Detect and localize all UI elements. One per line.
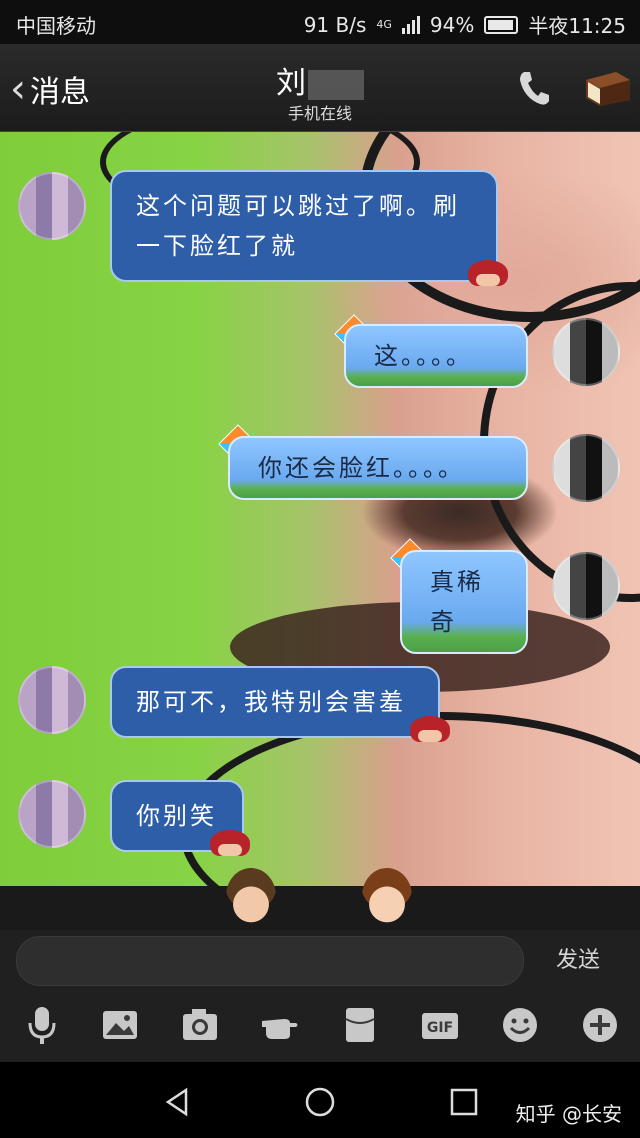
background-glasses-frame — [180, 712, 640, 886]
system-nav-bar: 知乎 @长安 — [0, 1062, 640, 1138]
poke-icon[interactable] — [258, 1000, 302, 1050]
my-avatar[interactable] — [552, 434, 620, 502]
carrier-label: 中国移动 — [16, 14, 96, 38]
contact-avatar[interactable] — [18, 780, 86, 848]
contact-name-text: 刘 — [276, 66, 306, 101]
input-toolbar: GIF — [0, 1000, 640, 1056]
message-text: 你还会脸红。。。。 — [258, 454, 465, 482]
contact-avatar[interactable] — [18, 172, 86, 240]
send-button[interactable]: 发送 — [556, 942, 600, 974]
network-speed: 91 B/s — [303, 12, 367, 37]
signal-icon — [401, 15, 420, 34]
message-bubble[interactable]: 真稀奇 — [400, 550, 528, 654]
red-packet-icon[interactable] — [338, 1000, 382, 1050]
name-censor-blur — [308, 69, 364, 100]
bubble-mascot-icon — [210, 830, 250, 856]
plus-icon[interactable] — [578, 1000, 622, 1050]
message-bubble[interactable]: 这。。。。 — [344, 324, 528, 388]
message-text: 这。。。。 — [374, 342, 473, 370]
character-boy-icon[interactable] — [362, 868, 412, 924]
bubble-mascot-icon — [410, 716, 450, 742]
battery-percent: 94% — [429, 12, 475, 37]
message-bubble[interactable]: 那可不，我特别会害羞 — [110, 666, 440, 738]
message-text: 真稀奇 — [430, 568, 484, 636]
book-icon[interactable] — [582, 68, 634, 108]
nav-recents-icon[interactable] — [448, 1086, 480, 1118]
status-bar: 中国移动 91 B/s 4G 94% 半夜11:25 — [0, 0, 640, 44]
image-icon[interactable] — [98, 1000, 142, 1050]
contact-avatar[interactable] — [18, 666, 86, 734]
message-bubble[interactable]: 这个问题可以跳过了啊。刷一下脸红了就 — [110, 170, 498, 282]
phone-icon[interactable] — [516, 68, 552, 108]
chat-header: ‹ 消息 刘 手机在线 — [0, 44, 640, 132]
message-text: 这个问题可以跳过了啊。刷一下脸红了就 — [136, 192, 460, 260]
message-text: 那可不，我特别会害羞 — [136, 688, 406, 716]
character-sunglasses-icon[interactable] — [226, 868, 276, 924]
bubble-mascot-icon — [468, 260, 508, 286]
chat-area[interactable]: 这个问题可以跳过了啊。刷一下脸红了就 这。。。。 你还会脸红。。。。 真稀奇 那… — [0, 132, 640, 886]
my-avatar[interactable] — [552, 552, 620, 620]
message-input[interactable] — [16, 936, 524, 986]
emoji-icon[interactable] — [498, 1000, 542, 1050]
battery-icon — [484, 15, 519, 34]
camera-icon[interactable] — [178, 1000, 222, 1050]
watermark: 知乎 @长安 — [515, 1102, 622, 1126]
nav-back-icon[interactable] — [162, 1086, 194, 1118]
nav-home-icon[interactable] — [304, 1086, 336, 1118]
my-avatar[interactable] — [552, 318, 620, 386]
network-type: 4G — [376, 18, 392, 31]
gif-icon[interactable]: GIF — [418, 1000, 462, 1050]
message-text: 你别笑 — [136, 802, 217, 830]
svg-text:GIF: GIF — [427, 1020, 453, 1036]
message-bubble[interactable]: 你还会脸红。。。。 — [228, 436, 528, 500]
clock: 半夜11:25 — [528, 14, 626, 38]
mic-icon[interactable] — [20, 1000, 64, 1050]
character-strip — [0, 868, 640, 930]
input-area: 发送 GIF — [0, 930, 640, 1062]
